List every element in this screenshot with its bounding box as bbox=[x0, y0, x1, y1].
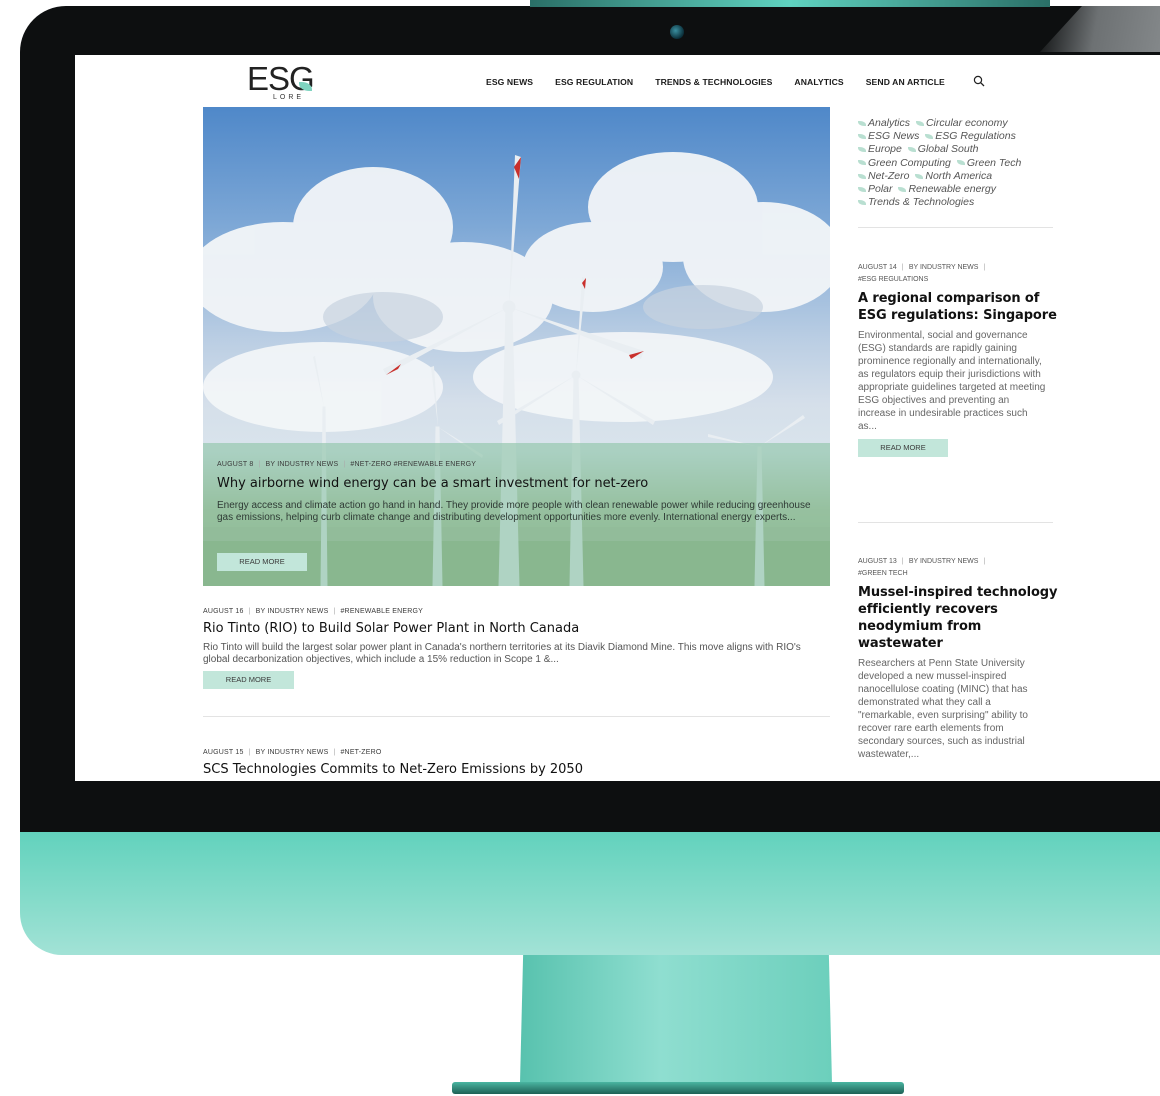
article-tags[interactable]: #NET-ZERO bbox=[340, 749, 381, 756]
featured-date: AUGUST 8 bbox=[217, 461, 254, 468]
sidebar-post-excerpt: Researchers at Penn State University dev… bbox=[858, 658, 1028, 760]
sidebar-divider bbox=[858, 522, 1053, 523]
sidebar-post-author[interactable]: BY INDUSTRY NEWS bbox=[909, 264, 979, 271]
featured-read-more-button[interactable]: READ MORE bbox=[217, 553, 307, 571]
tag-link[interactable]: Green Computing bbox=[858, 157, 951, 169]
featured-author[interactable]: BY INDUSTRY NEWS bbox=[266, 461, 339, 468]
sidebar-post-author[interactable]: BY INDUSTRY NEWS bbox=[909, 558, 979, 565]
sidebar-post-tags[interactable]: #ESG REGULATIONS bbox=[858, 276, 928, 283]
read-more-button[interactable]: READ MORE bbox=[858, 439, 948, 457]
article-item: AUGUST 15 | BY INDUSTRY NEWS | #NET-ZERO SCS… bbox=[203, 749, 830, 777]
nav-esg-news[interactable]: ESG NEWS bbox=[486, 77, 533, 87]
monitor-mockup: ESG LORE ESG NEWS ESG REGULATION TRENDS … bbox=[0, 0, 1160, 1096]
tag-link[interactable]: Global South bbox=[908, 143, 979, 155]
article-tags[interactable]: #RENEWABLE ENERGY bbox=[340, 608, 423, 615]
sidebar-post-tags[interactable]: #GREEN TECH bbox=[858, 570, 908, 577]
tag-link[interactable]: Circular economy bbox=[916, 117, 1008, 129]
article-title[interactable]: SCS Technologies Commits to Net-Zero Emi… bbox=[203, 762, 830, 777]
sidebar-post-title[interactable]: A regional comparison of ESG regulations… bbox=[858, 290, 1058, 324]
article-date: AUGUST 16 bbox=[203, 608, 244, 615]
monitor-stand bbox=[520, 955, 832, 1083]
article-meta: AUGUST 16 | BY INDUSTRY NEWS | #RENEWABLE EN… bbox=[203, 608, 423, 615]
article-title[interactable]: Rio Tinto (RIO) to Build Solar Power Pla… bbox=[203, 621, 830, 636]
tag-link[interactable]: Green Tech bbox=[957, 157, 1021, 169]
tag-link[interactable]: Analytics bbox=[858, 117, 910, 129]
nav-trends-technologies[interactable]: TRENDS & TECHNOLOGIES bbox=[655, 77, 772, 87]
sidebar-post-meta: AUGUST 13 | BY INDUSTRY NEWS | #GREEN TECH bbox=[858, 558, 986, 577]
featured-excerpt: Energy access and climate action go hand… bbox=[217, 500, 811, 523]
nav-analytics[interactable]: ANALYTICS bbox=[794, 77, 843, 87]
site-logo[interactable]: ESG LORE bbox=[247, 62, 317, 102]
nav-esg-regulation[interactable]: ESG REGULATION bbox=[555, 77, 633, 87]
article-divider bbox=[203, 716, 830, 717]
camera-icon bbox=[670, 25, 684, 39]
article-date: AUGUST 15 bbox=[203, 749, 244, 756]
article-author[interactable]: BY INDUSTRY NEWS bbox=[256, 749, 329, 756]
tag-link[interactable]: North America bbox=[915, 170, 992, 182]
article-author[interactable]: BY INDUSTRY NEWS bbox=[256, 608, 329, 615]
tag-link[interactable]: Trends & Technologies bbox=[858, 196, 974, 208]
sidebar-post-date: AUGUST 14 bbox=[858, 264, 897, 271]
monitor-foot bbox=[452, 1082, 904, 1094]
featured-overlay: AUGUST 8 | BY INDUSTRY NEWS | #NET-ZERO #REN… bbox=[203, 443, 830, 586]
sidebar-post-title[interactable]: Mussel-inspired technology efficiently r… bbox=[858, 584, 1058, 652]
sidebar-post-excerpt: Environmental, social and governance (ES… bbox=[858, 330, 1046, 432]
search-icon[interactable] bbox=[973, 75, 985, 87]
read-more-button[interactable]: READ MORE bbox=[203, 671, 294, 689]
sidebar-post-date: AUGUST 13 bbox=[858, 558, 897, 565]
tag-link[interactable]: ESG Regulations bbox=[925, 130, 1016, 142]
monitor-top-highlight bbox=[530, 0, 1050, 7]
tag-link[interactable]: ESG News bbox=[858, 130, 919, 142]
sidebar-post: AUGUST 13 | BY INDUSTRY NEWS | #GREEN TECH … bbox=[858, 556, 1058, 761]
sidebar-post-meta: AUGUST 14 | BY INDUSTRY NEWS | #ESG REGULAT… bbox=[858, 264, 986, 283]
website-screen: ESG LORE ESG NEWS ESG REGULATION TRENDS … bbox=[75, 55, 1160, 781]
monitor-chin bbox=[20, 832, 1160, 955]
nav-send-article[interactable]: SEND AN ARTICLE bbox=[866, 77, 945, 87]
featured-article[interactable]: AUGUST 8 | BY INDUSTRY NEWS | #NET-ZERO #REN… bbox=[203, 107, 830, 586]
featured-meta: AUGUST 8 | BY INDUSTRY NEWS | #NET-ZERO #REN… bbox=[217, 461, 477, 468]
sidebar-post: AUGUST 14 | BY INDUSTRY NEWS | #ESG REGULAT… bbox=[858, 262, 1058, 457]
main-nav: ESG NEWS ESG REGULATION TRENDS & TECHNOL… bbox=[486, 77, 945, 87]
tag-link[interactable]: Net-Zero bbox=[858, 170, 909, 182]
tag-link[interactable]: Renewable energy bbox=[898, 183, 996, 195]
tag-link[interactable]: Europe bbox=[858, 143, 902, 155]
featured-title[interactable]: Why airborne wind energy can be a smart … bbox=[217, 476, 648, 491]
logo-subtitle: LORE bbox=[273, 94, 305, 101]
article-meta: AUGUST 15 | BY INDUSTRY NEWS | #NET-ZERO bbox=[203, 749, 382, 756]
sidebar-divider bbox=[858, 227, 1053, 228]
article-excerpt: Rio Tinto will build the largest solar p… bbox=[203, 642, 801, 665]
article-item: AUGUST 16 | BY INDUSTRY NEWS | #RENEWABLE EN… bbox=[203, 608, 830, 689]
tag-link[interactable]: Polar bbox=[858, 183, 893, 195]
tag-cloud: Analytics Circular economy ESG News ESG … bbox=[858, 117, 1068, 209]
featured-tags[interactable]: #NET-ZERO #RENEWABLE ENERGY bbox=[350, 461, 476, 468]
logo-text: ESG bbox=[247, 60, 315, 97]
